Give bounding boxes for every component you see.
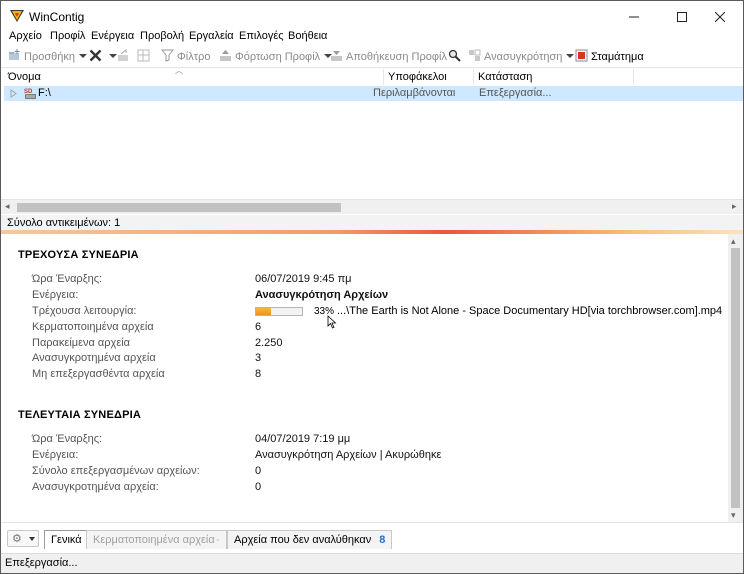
last-action-label: Ενέργεια: [32,449,79,461]
add-folder-icon [9,49,20,60]
load-profile-button[interactable]: Φόρτωση Προφίλ [219,49,333,65]
last-defragged-value: 0 [255,481,262,493]
menu-bar: Αρχείο Προφίλ Ενέργεια Προβολή Εργαλεία … [1,29,743,45]
menu-options[interactable]: Επιλογές [239,30,284,42]
skipped-files-value: 2.250 [255,337,283,349]
delete-x-icon [89,49,102,62]
tab-not-analyzed-files[interactable]: Αρχεία που δεν αναλύθηκαν 8 [227,530,393,549]
current-file-path: ...\The Earth is Not Alone - Space Docum… [337,305,723,317]
app-window: WinContig Αρχείο Προφίλ Ενέργεια Προβολή… [0,0,744,574]
item-count-bar: Σύνολο αντικειμένων: 1 [1,215,743,231]
last-start-value: 04/07/2019 7:19 μμ [255,433,351,445]
status-bar: Επεξεργασία... [1,553,743,573]
tab-fragmented-files[interactable]: Κερματοποιημένα αρχεία - [86,530,227,549]
window-title: WinContig [29,10,85,24]
current-start-value: 06/07/2019 9:45 πμ [255,273,352,285]
item-subfolders: Περιλαμβάνονται [373,87,456,99]
expand-arrow-icon[interactable] [10,89,17,98]
fragmented-files-value: 6 [255,321,262,333]
menu-action[interactable]: Ενέργεια [91,30,134,42]
details-tab-bar: ⚙ Γενικά Κερματοποιημένα αρχεία - Αρχεία … [1,522,743,550]
session-details-panel: ΤΡΕΧΟΥΣΑ ΣΥΝΕΔΡΙΑ Ώρα Έναρξης: 06/07/201… [1,234,728,522]
save-profile-icon [331,51,342,61]
grid-icon [137,49,150,62]
menu-view[interactable]: Προβολή [140,30,184,42]
menu-help[interactable]: Βοήθεια [288,30,327,42]
last-processed-value: 0 [255,465,262,477]
horizontal-scroll-thumb[interactable] [17,203,341,212]
current-start-label: Ώρα Έναρξης: [32,273,103,285]
menu-profile[interactable]: Προφίλ [50,30,85,42]
add-button[interactable]: Προσθήκη [8,49,87,65]
progress-fill [256,308,272,315]
current-operation-label: Τρέχουσα λειτουργία: [32,305,137,317]
unprocessed-files-label: Μη επεξεργασθέντα αρχεία [32,368,165,380]
last-session-title: ΤΕΛΕΥΤΑΙΑ ΣΥΝΕΔΡΙΑ [18,409,142,421]
list-item[interactable]: SD F:\ Περιλαμβάνονται Επεξεργασία... [4,86,743,101]
stop-button[interactable]: Σταμάτημα [575,49,644,65]
defragged-files-value: 3 [255,352,262,364]
column-header-status[interactable]: Κατάσταση [474,69,634,85]
unprocessed-files-value: 8 [255,368,262,380]
last-processed-label: Σύνολο επεξεργασμένων αρχείων: [32,465,200,477]
drive-icon: SD [24,89,36,99]
mouse-cursor-icon [327,315,337,329]
column-header-name[interactable]: Όνομα [4,69,384,85]
defrag-icon [469,49,481,61]
chevron-down-icon [566,54,575,58]
move-up-button[interactable] [117,49,133,65]
defrag-button[interactable]: Ανασυγκρότηση [468,49,575,65]
chevron-down-icon [78,54,87,58]
stop-icon [575,49,588,62]
minimize-icon [629,16,639,18]
current-action-value: Ανασυγκρότηση Αρχείων [255,289,389,301]
horizontal-scrollbar[interactable]: ◂ ▸ [1,199,743,214]
remove-button[interactable] [89,49,117,65]
close-icon [714,11,726,23]
skipped-files-label: Παρακείμενα αρχεία [32,337,131,349]
defrag-progress-bar [255,307,303,316]
current-action-label: Ενέργεια: [32,289,79,301]
chevron-down-icon [29,537,35,541]
scroll-up-icon[interactable]: ▴ [731,236,736,247]
fragmented-files-label: Κερματοποιημένα αρχεία [32,321,154,333]
last-defragged-label: Ανασυγκροτημένα αρχεία: [32,481,159,493]
not-analyzed-count-badge: 8 [379,534,386,546]
search-icon [448,49,461,62]
filter-icon [161,49,174,62]
gear-icon: ⚙ [12,533,22,545]
vertical-scrollbar[interactable]: ▴ ▾ [728,234,743,522]
column-header-subfolders[interactable]: Υποφάκελοι [384,69,474,85]
item-name: F:\ [38,87,51,99]
wincontig-logo-icon [10,10,24,22]
move-icon [118,49,128,61]
minimize-button[interactable] [611,1,657,31]
scroll-down-icon[interactable]: ▾ [731,510,736,521]
title-bar: WinContig [1,1,743,31]
menu-tools[interactable]: Εργαλεία [189,30,234,42]
tab-close-icon: - [216,534,220,546]
chevron-down-icon [109,54,117,58]
item-status: Επεξεργασία... [479,87,552,99]
tab-options-button[interactable]: ⚙ [7,530,39,547]
items-list[interactable]: ︿ Όνομα Υποφάκελοι Κατάσταση SD F:\ Περι… [1,66,743,214]
scroll-right-icon[interactable]: ▸ [732,201,737,212]
tab-general[interactable]: Γενικά [44,530,89,549]
defragged-files-label: Ανασυγκροτημένα αρχεία [32,352,156,364]
filter-button[interactable]: Φίλτρο [161,49,210,65]
grid-button[interactable] [137,49,153,65]
toolbar: Προσθήκη Φίλτρο Φόρτωση Προφίλ Αποθήκευσ… [1,46,743,68]
menu-file[interactable]: Αρχείο [9,30,42,42]
vertical-scroll-thumb[interactable] [731,248,740,508]
search-button[interactable] [448,49,464,65]
last-start-label: Ώρα Έναρξης: [32,433,103,445]
current-session-title: ΤΡΕΧΟΥΣΑ ΣΥΝΕΔΡΙΑ [18,249,139,261]
close-button[interactable] [697,1,743,31]
load-profile-icon [220,50,231,61]
save-profile-button[interactable]: Αποθήκευση Προφίλ [330,49,447,65]
maximize-icon [677,12,687,22]
last-action-value: Ανασυγκρότηση Αρχείων | Ακυρώθηκε [255,449,442,461]
scroll-left-icon[interactable]: ◂ [5,201,10,212]
